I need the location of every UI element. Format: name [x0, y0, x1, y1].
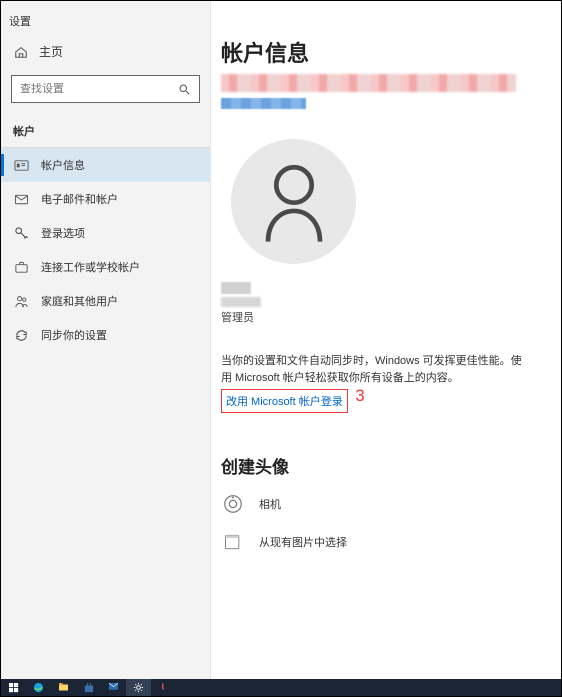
- home-icon: [13, 44, 29, 60]
- annotation-box-3: 改用 Microsoft 帐户登录 3: [221, 389, 348, 413]
- home-label: 主页: [39, 43, 63, 60]
- sidebar: 设置 主页 帐户 帐户信息 电子邮件和帐户: [1, 1, 211, 681]
- people-icon: [13, 293, 29, 309]
- sidebar-item-email[interactable]: 电子邮件和帐户: [1, 182, 210, 216]
- option-browse-image[interactable]: 从现有图片中选择: [221, 530, 561, 554]
- camera-icon: [221, 492, 245, 516]
- sync-icon: [13, 327, 29, 343]
- search-box[interactable]: [11, 75, 200, 103]
- taskbar-store[interactable]: [76, 679, 101, 696]
- search-input[interactable]: [20, 83, 177, 95]
- create-avatar-heading: 创建头像: [221, 453, 561, 478]
- nav-label: 帐户信息: [41, 157, 85, 173]
- option-label: 相机: [259, 496, 281, 512]
- sync-description: 当你的设置和文件自动同步时，Windows 可发挥更佳性能。使用 Microso…: [221, 353, 531, 386]
- censored-username: [221, 282, 251, 294]
- taskbar-app[interactable]: [151, 679, 176, 696]
- avatar-placeholder: [231, 139, 356, 264]
- censored-userinfo: [221, 74, 561, 109]
- start-button[interactable]: [1, 679, 26, 696]
- nav-label: 连接工作或学校帐户: [41, 259, 140, 275]
- taskbar-explorer[interactable]: [51, 679, 76, 696]
- user-icon: [258, 159, 330, 244]
- sidebar-item-family[interactable]: 家庭和其他用户: [1, 284, 210, 318]
- taskbar-edge[interactable]: [26, 679, 51, 696]
- annotation-number: 3: [355, 386, 364, 406]
- key-icon: [13, 225, 29, 241]
- briefcase-icon: [13, 259, 29, 275]
- sidebar-item-account-info[interactable]: 帐户信息: [1, 148, 210, 182]
- nav-label: 家庭和其他用户: [41, 293, 118, 309]
- taskbar: [1, 679, 561, 696]
- settings-window: 设置 主页 帐户 帐户信息 电子邮件和帐户: [1, 1, 561, 681]
- page-heading: 帐户信息: [221, 36, 561, 68]
- email-icon: [13, 191, 29, 207]
- option-label: 从现有图片中选择: [259, 534, 347, 550]
- taskbar-settings[interactable]: [126, 679, 151, 696]
- taskbar-mail[interactable]: [101, 679, 126, 696]
- nav-label: 登录选项: [41, 225, 85, 241]
- option-camera[interactable]: 相机: [221, 492, 561, 516]
- ms-account-login-link[interactable]: 改用 Microsoft 帐户登录: [226, 396, 343, 408]
- sidebar-item-sync[interactable]: 同步你的设置: [1, 318, 210, 352]
- main-content: 帐户信息 管理员 当你的设置和文件自动同步时，Windows 可发挥更佳性能。使…: [211, 1, 561, 681]
- sidebar-item-work-school[interactable]: 连接工作或学校帐户: [1, 250, 210, 284]
- nav-label: 电子邮件和帐户: [41, 191, 118, 207]
- sidebar-item-signin-options[interactable]: 登录选项: [1, 216, 210, 250]
- censored-username-2: [221, 297, 261, 307]
- window-title: 设置: [1, 9, 210, 33]
- nav-label: 同步你的设置: [41, 327, 107, 343]
- sidebar-section-title: 帐户: [1, 115, 210, 148]
- search-icon: [177, 82, 191, 96]
- home-button[interactable]: 主页: [1, 33, 210, 70]
- browse-image-icon: [221, 530, 245, 554]
- admin-role-label: 管理员: [221, 309, 561, 325]
- id-card-icon: [13, 157, 29, 173]
